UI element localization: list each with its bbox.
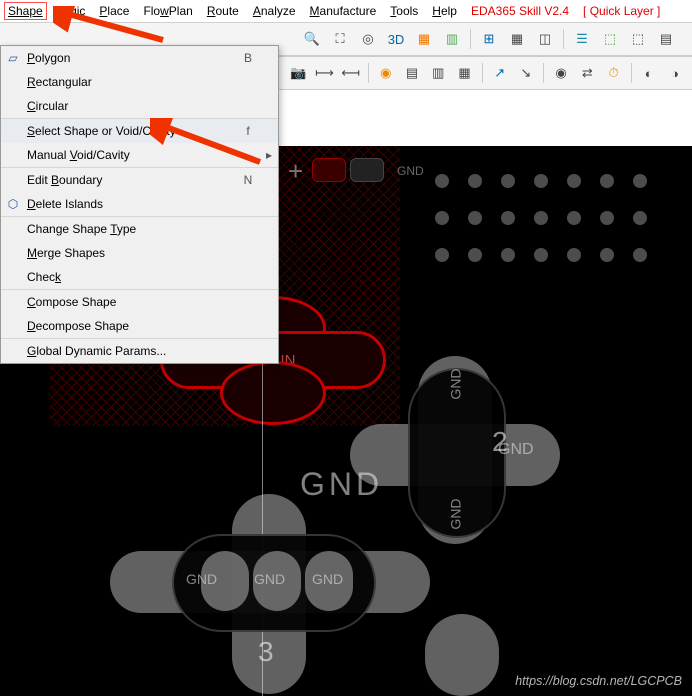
layer-icon[interactable]: ▥ <box>440 27 464 51</box>
menu-row-icon: ▱ <box>1 51 25 65</box>
zoom-prev-icon[interactable]: ◎ <box>356 27 380 51</box>
menu-item-change-shape-type[interactable]: Change Shape Type <box>1 217 278 241</box>
plus-icon: + <box>288 156 303 187</box>
menu-item-global-dynamic-params-[interactable]: Global Dynamic Params... <box>1 339 278 363</box>
menu-row-label: Manual Void/Cavity <box>25 148 236 162</box>
num-2: 2 <box>492 426 508 458</box>
menu-row-label: Circular <box>25 99 236 113</box>
menubar: Shape Logic Place FlowPlan Route Analyze… <box>0 0 692 23</box>
constraint-icon[interactable]: ☰ <box>570 27 594 51</box>
menu-row-label: Delete Islands <box>25 197 236 211</box>
padstack-icon[interactable]: ◉ <box>550 61 572 85</box>
menu-item-delete-islands[interactable]: ⬡Delete Islands <box>1 192 278 217</box>
menu-item-compose-shape[interactable]: Compose Shape <box>1 290 278 314</box>
shadow-icon[interactable]: ◫ <box>533 27 557 51</box>
layers-icon[interactable]: ▦ <box>453 61 475 85</box>
menu-item-merge-shapes[interactable]: Merge Shapes <box>1 241 278 265</box>
xsection-icon[interactable]: ▤ <box>654 27 678 51</box>
menu-item-polygon[interactable]: ▱PolygonB <box>1 46 278 70</box>
menu-row-label: Check <box>25 270 236 284</box>
menu-item-rectangular[interactable]: Rectangular <box>1 70 278 94</box>
menu-flowplan[interactable]: FlowPlan <box>143 4 192 18</box>
odb-icon[interactable]: ◉ <box>375 61 397 85</box>
ratsnest-icon[interactable]: ↗ <box>489 61 511 85</box>
stack-icon[interactable]: ▥ <box>427 61 449 85</box>
menu-place[interactable]: Place <box>99 4 129 18</box>
menu-item-check[interactable]: Check <box>1 265 278 290</box>
pad-tr1 <box>312 158 346 182</box>
skill-version: EDA365 Skill V2.4 <box>471 4 569 18</box>
delay-icon[interactable]: ⏱ <box>602 61 624 85</box>
dim-h-icon[interactable]: ⟼ <box>313 61 335 85</box>
quick-layer[interactable]: [ Quick Layer ] <box>583 4 660 18</box>
gnd-big: GND <box>300 466 383 503</box>
camera-icon[interactable]: 📷 <box>287 61 309 85</box>
flip-icon[interactable]: ▦ <box>412 27 436 51</box>
menu-row-label: Global Dynamic Params... <box>25 344 236 358</box>
menu-row-label: Edit Boundary <box>25 173 236 187</box>
menu-row-label: Decompose Shape <box>25 319 236 333</box>
report-icon[interactable]: ▤ <box>401 61 423 85</box>
menu-tools[interactable]: Tools <box>390 4 418 18</box>
menu-item-edit-boundary[interactable]: Edit BoundaryN <box>1 168 278 192</box>
pad-br <box>425 614 499 696</box>
toolbar-1: ▱PolygonBRectangularCircularSelect Shape… <box>0 23 692 56</box>
menu-item-circular[interactable]: Circular <box>1 94 278 119</box>
dim-v-icon[interactable]: ⟻ <box>340 61 362 85</box>
tool-b-icon[interactable]: ◑ <box>664 61 686 85</box>
zoom-window-icon[interactable]: ⛶ <box>328 27 352 51</box>
gnd-label-top: GND <box>397 164 424 178</box>
menu-logic[interactable]: Logic <box>57 4 86 18</box>
unrats-icon[interactable]: ↘ <box>515 61 537 85</box>
menu-row-label: Merge Shapes <box>25 246 236 260</box>
menu-shape[interactable]: Shape <box>4 2 47 20</box>
drc-update-icon[interactable]: ⬚ <box>626 27 650 51</box>
menu-row-icon: ⬡ <box>1 197 25 211</box>
watermark: https://blog.csdn.net/LGCPCB <box>515 674 682 688</box>
menu-row-label: Select Shape or Void/Cavity <box>25 124 236 138</box>
grid-icon[interactable]: ⊞ <box>477 27 501 51</box>
menu-row-label: Rectangular <box>25 75 236 89</box>
num-3: 3 <box>258 636 274 668</box>
3d-icon[interactable]: 3D <box>384 27 408 51</box>
menu-row-label: Compose Shape <box>25 295 236 309</box>
swap-icon[interactable]: ⇄ <box>576 61 598 85</box>
menu-route[interactable]: Route <box>207 4 239 18</box>
menu-item-select-shape-or-void-cavity[interactable]: Select Shape or Void/Cavityf <box>1 119 278 143</box>
shape-dropdown: ▱PolygonB Rectangular Circular Select Shape… <box>0 45 279 364</box>
zoom-fit-icon[interactable]: 🔍 <box>300 27 324 51</box>
menu-row-label: Polygon <box>25 51 236 65</box>
pad-tr2 <box>350 158 384 182</box>
menu-help[interactable]: Help <box>432 4 457 18</box>
menu-manufacture[interactable]: Manufacture <box>310 4 377 18</box>
tool-a-icon[interactable]: ◐ <box>638 61 660 85</box>
drc-icon[interactable]: ⬚ <box>598 27 622 51</box>
menu-item-decompose-shape[interactable]: Decompose Shape <box>1 314 278 339</box>
menu-row-label: Change Shape Type <box>25 222 236 236</box>
menu-analyze[interactable]: Analyze <box>253 4 296 18</box>
menu-item-manual-void-cavity[interactable]: Manual Void/Cavity▸ <box>1 143 278 168</box>
color-icon[interactable]: ▦ <box>505 27 529 51</box>
